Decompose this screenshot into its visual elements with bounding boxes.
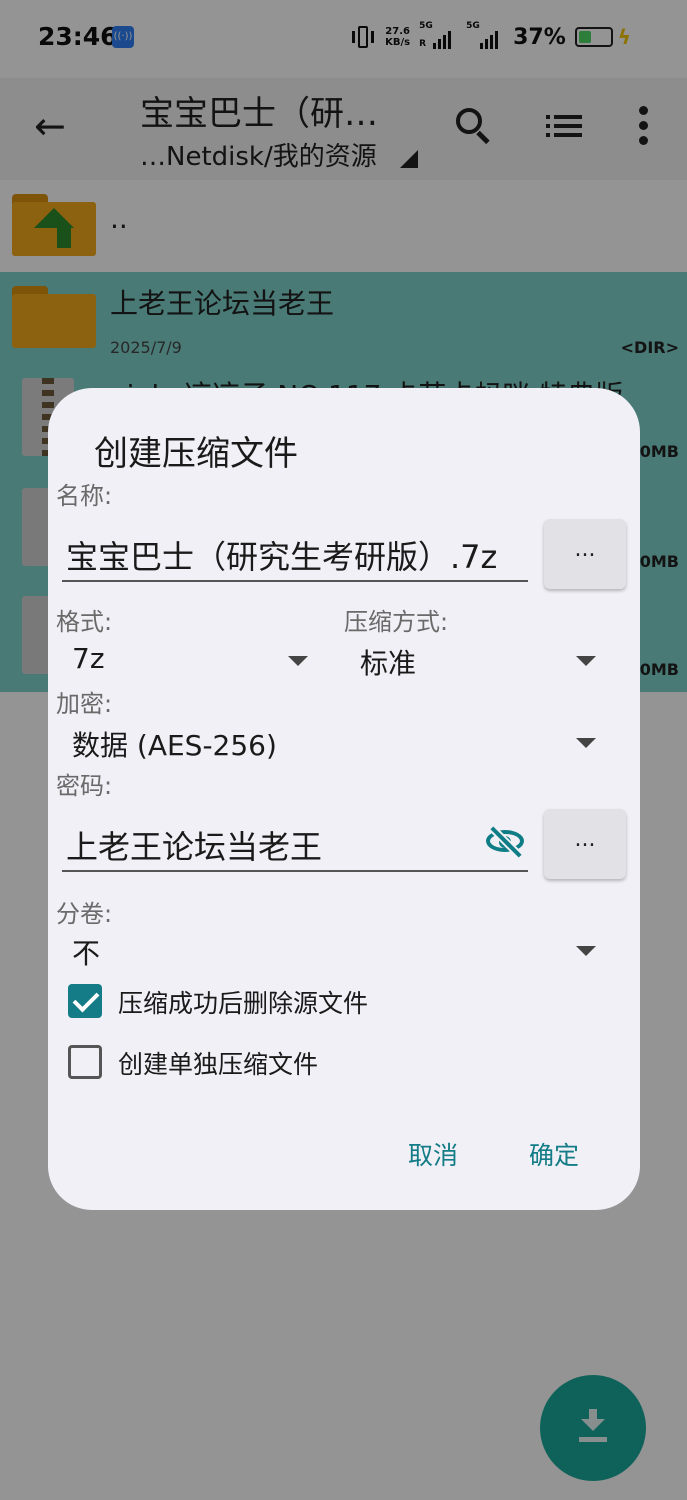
format-value: 7z [72,642,105,675]
format-label: 格式: [56,608,113,636]
password-label: 密码: [56,772,113,800]
password-input[interactable]: 上老王论坛当老王 [62,810,528,872]
chevron-down-icon [576,738,596,748]
chevron-down-icon [288,656,308,666]
browse-name-button[interactable]: ... [544,519,626,589]
eye-off-icon[interactable] [484,824,528,858]
password-value: 上老王论坛当老王 [66,828,323,866]
volume-value: 不 [72,937,101,970]
encrypt-select[interactable]: 数据 (AES-256) [72,720,596,764]
archive-name-input[interactable]: 宝宝巴士（研究生考研版）.7z [62,520,528,582]
chevron-down-icon [576,946,596,956]
method-value: 标准 [360,647,417,680]
browse-password-button[interactable]: ... [544,809,626,879]
name-label: 名称: [56,482,113,510]
ok-button[interactable]: 确定 [529,1136,579,1172]
method-label: 压缩方式: [344,608,449,636]
chevron-down-icon [576,656,596,666]
dialog-title: 创建压缩文件 [94,434,298,474]
delete-source-checkbox-row[interactable]: 压缩成功后删除源文件 [68,982,448,1022]
format-select[interactable]: 7z [72,638,308,682]
archive-name-value: 宝宝巴士（研究生考研版）.7z [66,538,498,576]
separate-archive-label: 创建单独压缩文件 [118,1050,319,1079]
volume-select[interactable]: 不 [72,928,596,972]
separate-archive-checkbox[interactable] [68,1045,102,1079]
method-select[interactable]: 标准 [360,638,596,682]
create-archive-dialog: 创建压缩文件 名称: 宝宝巴士（研究生考研版）.7z ... 格式: 压缩方式:… [48,388,640,1210]
encrypt-value: 数据 (AES-256) [72,729,277,762]
delete-source-label: 压缩成功后删除源文件 [118,989,369,1018]
delete-source-checkbox[interactable] [68,984,102,1018]
encrypt-label: 加密: [56,690,113,718]
cancel-button[interactable]: 取消 [408,1136,458,1172]
separate-archive-checkbox-row[interactable]: 创建单独压缩文件 [68,1043,448,1083]
volume-label: 分卷: [56,900,113,928]
